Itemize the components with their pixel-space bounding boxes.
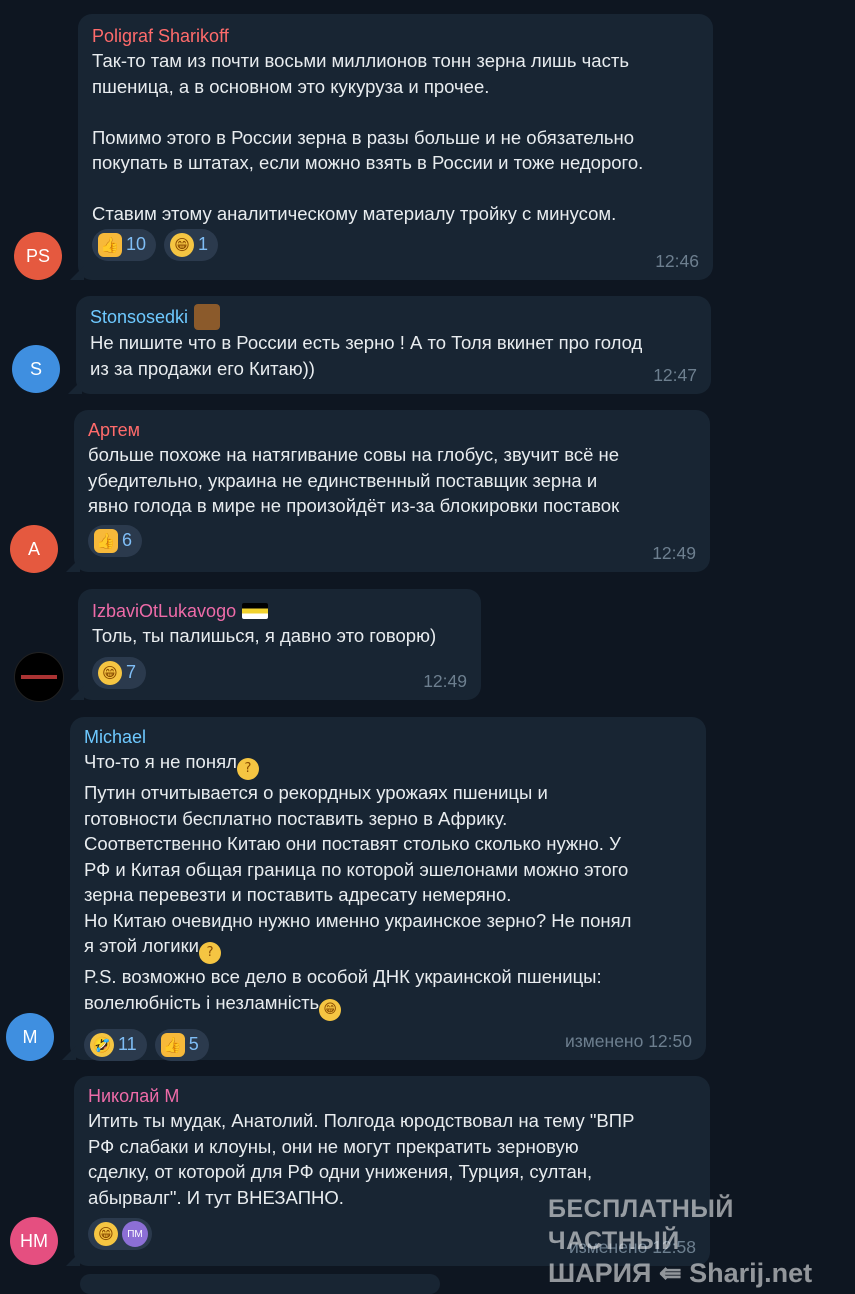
text-part: Путин отчитывается о рекордных урожаях п… — [84, 782, 632, 956]
avatar[interactable]: M — [6, 1013, 54, 1061]
grin-icon: 😁 — [319, 998, 342, 1021]
reaction-rofl[interactable]: 🤣 11 — [84, 1028, 147, 1061]
grin-icon: 😁 — [170, 232, 195, 257]
watermark-line2: ШАРИЯ ⇚ Sharij.net — [548, 1258, 813, 1288]
reaction-count: 5 — [188, 1034, 199, 1054]
sender-name[interactable]: Poligraf Sharikoff — [92, 24, 701, 48]
reaction-thumbs-up[interactable]: 👍 5 — [154, 1028, 209, 1061]
message-text: Так-то там из почти восьми миллионов тон… — [92, 50, 644, 224]
sender-name[interactable]: IzbaviOtLukavogo — [92, 599, 469, 623]
avatar[interactable] — [14, 652, 64, 702]
thumbs-up-icon: 👍 — [94, 528, 118, 553]
reaction-thumbs-up[interactable]: 👍 10 — [92, 228, 157, 261]
reactor-avatar: ПМ — [122, 1221, 148, 1247]
next-message-bubble[interactable] — [80, 1274, 440, 1294]
thumbs-up-icon: 👍 — [160, 1032, 185, 1057]
message-time: 12:49 — [423, 671, 467, 691]
thinking-icon: ? — [236, 758, 259, 780]
grin-icon: 😁 — [94, 1222, 118, 1246]
watermark: БЕСПЛАТНЫЙ ЧАСТНЫЙ ШАРИЯ ⇚ Sharij.net — [548, 1193, 855, 1289]
message-time: 12:49 — [652, 543, 696, 563]
avatar[interactable]: А — [10, 525, 58, 573]
reaction-grin[interactable]: 😁 ПМ — [88, 1218, 152, 1250]
message-bubble[interactable]: Stonsosedki Не пишите что в России есть … — [76, 296, 711, 394]
reaction-thumbs-up[interactable]: 👍 6 — [88, 524, 143, 557]
message-text: Не пишите что в России есть зерно ! А то… — [90, 332, 643, 379]
message-text: больше похоже на натягивание совы на гло… — [88, 444, 620, 516]
text-part: Что-то я не понял — [84, 751, 237, 772]
sender-name[interactable]: Michael — [84, 725, 694, 749]
sender-name[interactable]: Артем — [88, 418, 698, 442]
message-text: Толь, ты палишься, я давно это говорю) — [92, 625, 437, 646]
flag-icon — [242, 603, 269, 619]
sender-name-text: Stonsosedki — [90, 307, 189, 327]
message-bubble[interactable]: Michael Что-то я не понял? Путин отчитыв… — [70, 717, 706, 1061]
message-bubble[interactable]: IzbaviOtLukavogo Толь, ты палишься, я да… — [78, 589, 481, 700]
cat-sticker-icon — [194, 304, 221, 330]
message-time: 12:46 — [655, 251, 699, 271]
reaction-count: 10 — [126, 234, 147, 254]
message-time: 12:47 — [653, 365, 697, 385]
avatar[interactable]: PS — [14, 232, 62, 280]
text-part: P.S. возможно все дело в особой ДНК укра… — [84, 966, 602, 1013]
reaction-count: 11 — [118, 1034, 137, 1054]
time-value: 12:50 — [648, 1031, 692, 1051]
message-time: изменено 12:50 — [565, 1031, 692, 1052]
watermark-line1: БЕСПЛАТНЫЙ ЧАСТНЫЙ — [548, 1195, 734, 1255]
reaction-grin[interactable]: 😁 1 — [164, 228, 219, 261]
sender-name[interactable]: Николай М — [88, 1084, 698, 1108]
avatar-logo-icon — [21, 675, 57, 679]
sender-name[interactable]: Stonsosedki — [90, 304, 699, 330]
message-text: Что-то я не понял? Путин отчитывается о … — [84, 749, 694, 1021]
thumbs-up-icon: 👍 — [98, 232, 122, 257]
thinking-icon: ? — [199, 942, 222, 964]
message-bubble[interactable]: Poligraf Sharikoff Так-то там из почти в… — [78, 14, 713, 280]
avatar[interactable]: НМ — [10, 1217, 58, 1265]
rofl-icon: 🤣 — [90, 1032, 114, 1057]
reaction-count: 7 — [126, 662, 137, 682]
grin-icon: 😁 — [98, 660, 122, 685]
avatar[interactable]: S — [12, 345, 60, 393]
reaction-grin[interactable]: 😁 7 — [92, 656, 147, 689]
edited-label: изменено — [564, 1031, 644, 1051]
reaction-count: 1 — [198, 234, 209, 254]
reaction-count: 6 — [122, 530, 133, 550]
message-bubble[interactable]: Артем больше похоже на натягивание совы … — [74, 410, 710, 572]
sender-name-text: IzbaviOtLukavogo — [92, 601, 237, 621]
